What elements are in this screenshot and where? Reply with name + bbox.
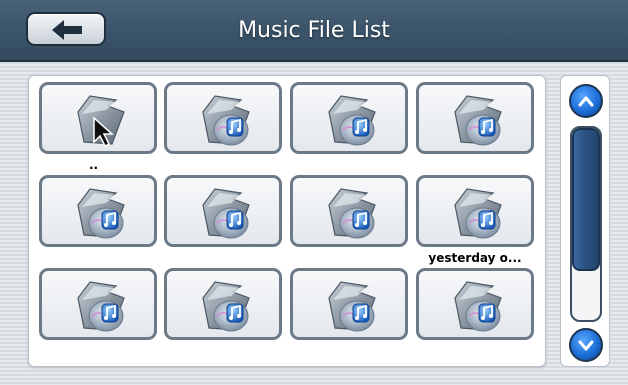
music-file-icon [77, 188, 125, 239]
back-button[interactable] [26, 12, 106, 46]
music-file-tile[interactable] [164, 82, 282, 154]
music-file-tile[interactable] [416, 82, 534, 154]
file-label [39, 251, 157, 265]
music-file-icon [328, 188, 376, 239]
file-label [290, 158, 408, 172]
music-file-tile[interactable] [164, 175, 282, 247]
music-file-icon [328, 281, 376, 332]
music-file-tile[interactable] [416, 175, 534, 247]
parent-folder-icon [77, 95, 125, 148]
music-file-icon [454, 188, 502, 239]
music-file-tile[interactable] [39, 268, 157, 340]
music-file-tile[interactable] [290, 82, 408, 154]
file-label: yesterday o... [428, 251, 522, 265]
chevron-down-icon [578, 340, 594, 351]
scroll-down-button[interactable] [569, 328, 603, 362]
file-label [416, 158, 534, 172]
music-file-tile[interactable] [164, 268, 282, 340]
music-file-icon [77, 281, 125, 332]
music-file-tile[interactable] [290, 268, 408, 340]
music-file-icon [454, 281, 502, 332]
music-file-tile[interactable] [416, 268, 534, 340]
file-label [164, 344, 282, 358]
file-label [290, 251, 408, 265]
music-file-icon [454, 95, 502, 146]
file-grid: .. yesterday o... [28, 75, 546, 367]
scroll-track[interactable] [570, 126, 602, 322]
file-label: .. [89, 158, 99, 172]
scrollbar [560, 75, 610, 367]
music-file-icon [328, 95, 376, 146]
file-label [164, 158, 282, 172]
scroll-up-button[interactable] [569, 84, 603, 118]
music-file-icon [202, 188, 250, 239]
music-file-tile[interactable] [290, 175, 408, 247]
parent-folder-tile[interactable] [39, 82, 157, 154]
file-label [416, 344, 534, 358]
file-label [39, 344, 157, 358]
scroll-thumb[interactable] [572, 128, 600, 271]
music-file-tile[interactable] [39, 175, 157, 247]
title-bar: Music File List [0, 0, 628, 62]
chevron-up-icon [578, 96, 594, 107]
arrow-left-icon [52, 20, 82, 40]
music-file-icon [202, 281, 250, 332]
file-label [164, 251, 282, 265]
file-label [290, 344, 408, 358]
music-file-icon [202, 95, 250, 146]
